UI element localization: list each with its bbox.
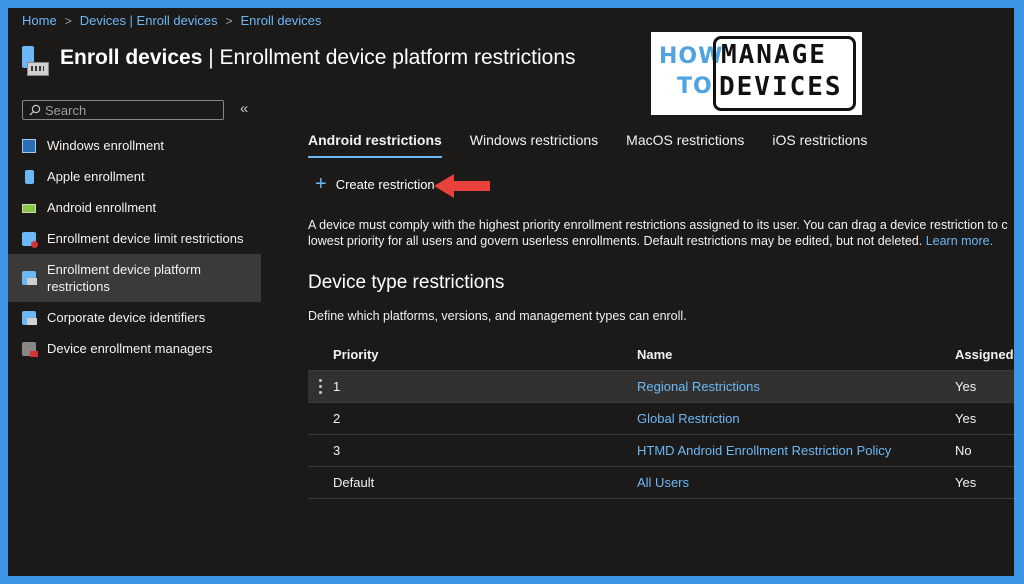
logo-devices: DEVICES (719, 72, 843, 102)
breadcrumb: Home > Devices | Enroll devices > Enroll… (22, 13, 321, 28)
sidebar-item-device-limit-restrictions[interactable]: Enrollment device limit restrictions (8, 223, 261, 254)
howtomanagedevices-logo: HOW TO MANAGE DEVICES (651, 32, 862, 115)
sidebar-item-label: Corporate device identifiers (47, 310, 206, 325)
sidebar-item-label: Windows enrollment (47, 138, 165, 153)
priority-cell: 1 (333, 379, 341, 394)
search-box[interactable] (22, 100, 224, 120)
section-subtitle: Define which platforms, versions, and ma… (308, 309, 687, 323)
search-icon (29, 104, 41, 116)
priority-cell: 2 (333, 411, 341, 426)
corporate-identifiers-icon (22, 310, 37, 325)
table-row[interactable]: Default All Users Yes (308, 467, 1014, 499)
tab-macos-restrictions[interactable]: MacOS restrictions (626, 132, 744, 158)
description-text: A device must comply with the highest pr… (308, 217, 1014, 249)
assigned-cell: No (955, 443, 972, 458)
sidebar-item-android-enrollment[interactable]: Android enrollment (8, 192, 261, 223)
red-arrow-annotation-icon (434, 174, 490, 198)
column-header-assigned[interactable]: Assigned (955, 347, 1014, 362)
sidebar-item-label: Apple enrollment (47, 169, 145, 184)
create-restriction-button[interactable]: + Create restriction (315, 173, 435, 195)
windows-enrollment-icon (22, 138, 36, 153)
logo-to: TO (677, 74, 713, 99)
sidebar-nav: Windows enrollment Apple enrollment Andr… (8, 130, 261, 364)
section-title: Device type restrictions (308, 272, 505, 293)
column-header-name[interactable]: Name (637, 347, 955, 362)
tab-bar: Android restrictions Windows restriction… (308, 132, 895, 158)
sidebar-item-apple-enrollment[interactable]: Apple enrollment (8, 161, 261, 192)
restrictions-table: Priority Name Assigned 1 Regional Restri… (308, 339, 1014, 499)
breadcrumb-chevron-icon: > (225, 13, 233, 28)
enrollment-managers-icon (22, 341, 38, 357)
table-row[interactable]: 2 Global Restriction Yes (308, 403, 1014, 435)
sidebar-item-enrollment-managers[interactable]: Device enrollment managers (8, 333, 261, 364)
learn-more-link[interactable]: Learn more. (926, 234, 993, 248)
restriction-name-link[interactable]: Global Restriction (637, 411, 740, 426)
sidebar-item-label: Enrollment device platform restrictions (47, 262, 201, 294)
page-title-sub: Enrollment device platform restrictions (219, 46, 576, 69)
tab-android-restrictions[interactable]: Android restrictions (308, 132, 442, 158)
page-title-main: Enroll devices (60, 46, 203, 69)
tab-windows-restrictions[interactable]: Windows restrictions (470, 132, 598, 158)
enrollment-device-icon (22, 46, 49, 76)
restriction-name-link[interactable]: Regional Restrictions (637, 379, 760, 394)
breadcrumb-enroll-devices[interactable]: Enroll devices (240, 13, 321, 28)
assigned-cell: Yes (955, 475, 977, 490)
table-header: Priority Name Assigned (308, 339, 1014, 371)
sidebar-item-label: Android enrollment (47, 200, 157, 215)
logo-manage: MANAGE (721, 40, 827, 70)
page-title: Enroll devices | Enrollment device platf… (60, 46, 576, 70)
sidebar-item-label: Enrollment device limit restrictions (47, 231, 244, 246)
platform-restrictions-icon (22, 271, 37, 285)
assigned-cell: Yes (955, 411, 977, 426)
drag-handle-icon[interactable] (319, 379, 322, 394)
table-row[interactable]: 1 Regional Restrictions Yes (308, 371, 1014, 403)
priority-cell: Default (333, 475, 375, 490)
column-header-priority[interactable]: Priority (333, 347, 637, 362)
device-limit-icon (22, 231, 38, 248)
priority-cell: 3 (333, 443, 341, 458)
search-input[interactable] (41, 102, 215, 118)
assigned-cell: Yes (955, 379, 977, 394)
plus-icon: + (315, 173, 327, 195)
create-restriction-label: Create restriction (335, 176, 435, 192)
description-line-1: A device must comply with the highest pr… (308, 218, 1008, 232)
sidebar-item-corporate-identifiers[interactable]: Corporate device identifiers (8, 302, 261, 333)
page-title-separator: | (202, 46, 220, 69)
portal-frame: Home > Devices | Enroll devices > Enroll… (8, 8, 1014, 576)
sidebar-item-platform-restrictions[interactable]: Enrollment device platform restrictions (8, 254, 261, 302)
breadcrumb-devices[interactable]: Devices | Enroll devices (80, 13, 218, 28)
table-row[interactable]: 3 HTMD Android Enrollment Restriction Po… (308, 435, 1014, 467)
apple-enrollment-icon (25, 169, 34, 184)
page-header: Enroll devices | Enrollment device platf… (22, 40, 576, 76)
description-line-2: lowest priority for all users and govern… (308, 234, 923, 248)
android-enrollment-icon (22, 204, 36, 213)
sidebar-item-windows-enrollment[interactable]: Windows enrollment (8, 130, 261, 161)
sidebar-item-label: Device enrollment managers (47, 341, 213, 356)
breadcrumb-home[interactable]: Home (22, 13, 57, 28)
restriction-name-link[interactable]: All Users (637, 475, 689, 490)
breadcrumb-chevron-icon: > (64, 13, 72, 28)
collapse-sidebar-icon[interactable]: « (240, 100, 248, 117)
restriction-name-link[interactable]: HTMD Android Enrollment Restriction Poli… (637, 443, 891, 458)
tab-ios-restrictions[interactable]: iOS restrictions (772, 132, 867, 158)
